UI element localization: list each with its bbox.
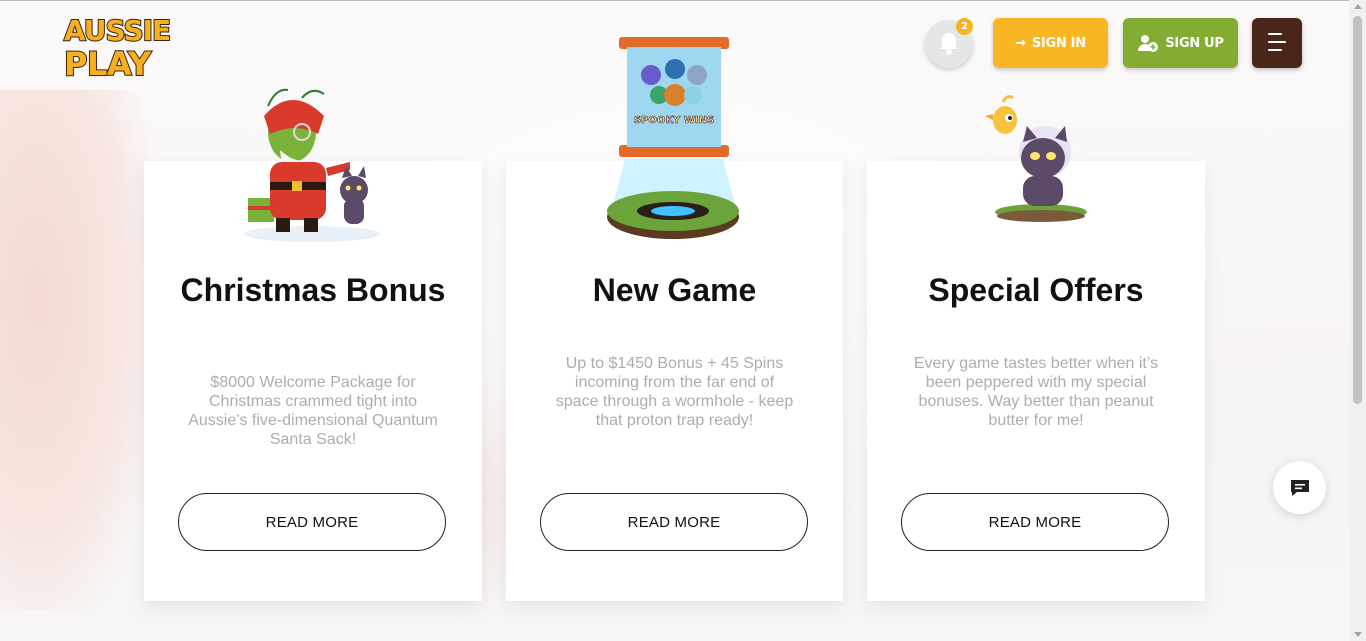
game-logo-text: SPOOKY WINS <box>634 115 714 126</box>
scroll-thumb[interactable] <box>1353 16 1362 404</box>
live-chat-button[interactable] <box>1273 461 1326 514</box>
special-offers-card: Special Offers Every game tastes better … <box>867 161 1205 601</box>
logo-text-line1: AUSSIE <box>63 14 172 47</box>
card-description: Every game tastes better when it’s been … <box>913 355 1159 429</box>
logo-text-line2: PLAY <box>63 45 152 83</box>
sign-in-button[interactable]: → SIGN IN <box>993 18 1108 68</box>
read-more-button[interactable]: READ MORE <box>540 493 808 551</box>
scroll-down-arrow-icon[interactable] <box>1354 632 1362 637</box>
spooky-wins-portal-illustration: SPOOKY WINS <box>607 37 739 239</box>
card-description: $8000 Welcome Package for Christmas cram… <box>188 374 438 448</box>
card-description: Up to $1450 Bonus + 45 Spins incoming fr… <box>555 355 794 429</box>
chat-icon <box>1290 479 1309 496</box>
read-more-button[interactable]: READ MORE <box>901 493 1169 551</box>
bell-icon <box>940 33 958 55</box>
hamburger-menu-icon <box>1268 33 1282 35</box>
arrow-right-icon: → <box>1015 35 1026 51</box>
menu-button[interactable] <box>1252 18 1302 68</box>
card-title: Christmas Bonus <box>180 272 446 308</box>
page-scrollbar[interactable] <box>1349 0 1366 641</box>
santa-alien-illustration <box>244 88 380 242</box>
sign-up-label: SIGN UP <box>1165 35 1224 51</box>
top-border <box>0 0 1366 1</box>
aussieplay-logo[interactable]: AUSSIE PLAY <box>63 14 176 84</box>
card-title: New Game <box>592 272 757 308</box>
add-user-icon <box>1138 35 1159 52</box>
scroll-up-arrow-icon[interactable] <box>1354 4 1362 9</box>
notifications-badge: 2 <box>956 18 973 35</box>
sign-in-label: SIGN IN <box>1031 35 1086 51</box>
sign-up-button[interactable]: SIGN UP <box>1123 18 1238 68</box>
card-title: Special Offers <box>928 272 1144 308</box>
cat-and-bird-illustration <box>985 95 1087 222</box>
read-more-button[interactable]: READ MORE <box>178 493 446 551</box>
